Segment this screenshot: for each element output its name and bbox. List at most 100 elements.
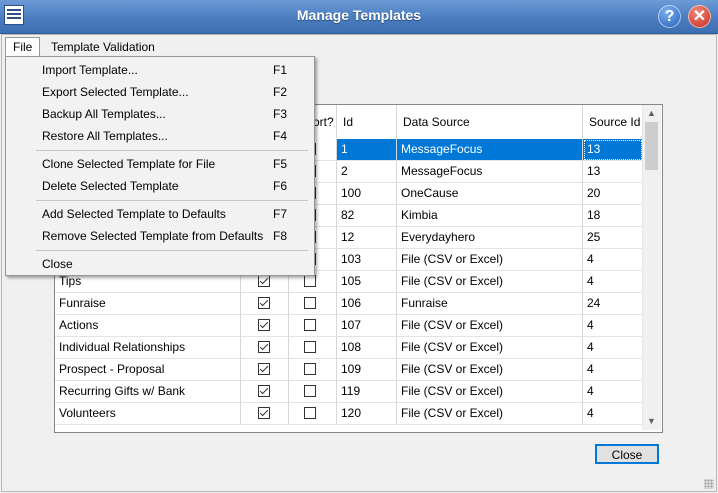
cell-id[interactable]: 119 — [337, 381, 397, 403]
menu-template-validation[interactable]: Template Validation — [44, 37, 162, 57]
menu-item-delete-template[interactable]: Delete Selected Template F6 — [8, 175, 312, 197]
cell-import-checkbox — [289, 359, 337, 381]
cell-data-source[interactable]: File (CSV or Excel) — [397, 249, 583, 271]
column-header-source-id[interactable]: Source Id — [583, 105, 643, 139]
cell-template-name[interactable]: Individual Relationships — [55, 337, 241, 359]
menu-item-shortcut: F1 — [273, 63, 288, 77]
cell-source-id[interactable]: 13 — [583, 161, 643, 183]
cell-source-id[interactable]: 18 — [583, 205, 643, 227]
cell-data-source[interactable]: File (CSV or Excel) — [397, 381, 583, 403]
cell-source-id[interactable]: 4 — [583, 315, 643, 337]
cell-source-id[interactable]: 24 — [583, 293, 643, 315]
cell-data-source[interactable]: File (CSV or Excel) — [397, 337, 583, 359]
vertical-scrollbar[interactable]: ▲ ▼ — [642, 105, 661, 430]
cell-default-checkbox — [241, 293, 289, 315]
close-button[interactable]: Close — [595, 444, 659, 464]
menu-separator — [36, 150, 308, 151]
column-header-id[interactable]: Id — [337, 105, 397, 139]
menu-bar: File Template Validation — [0, 37, 718, 57]
help-icon[interactable]: ? — [658, 5, 681, 28]
table-row[interactable]: Volunteers 120 File (CSV or Excel) 4 — [55, 403, 643, 425]
cell-template-name[interactable]: Prospect - Proposal — [55, 359, 241, 381]
cell-source-id[interactable]: 13 — [583, 139, 643, 161]
unchecked-checkbox[interactable] — [304, 341, 316, 353]
checked-checkbox[interactable] — [258, 297, 270, 309]
cell-data-source[interactable]: MessageFocus — [397, 161, 583, 183]
cell-data-source[interactable]: File (CSV or Excel) — [397, 315, 583, 337]
cell-id[interactable]: 2 — [337, 161, 397, 183]
cell-id[interactable]: 105 — [337, 271, 397, 293]
cell-data-source[interactable]: OneCause — [397, 183, 583, 205]
cell-template-name[interactable]: Volunteers — [55, 403, 241, 425]
cell-id[interactable]: 106 — [337, 293, 397, 315]
menu-item-export-template[interactable]: Export Selected Template... F2 — [8, 81, 312, 103]
cell-source-id[interactable]: 4 — [583, 381, 643, 403]
unchecked-checkbox[interactable] — [304, 385, 316, 397]
cell-id[interactable]: 108 — [337, 337, 397, 359]
cell-data-source[interactable]: Funraise — [397, 293, 583, 315]
cell-import-checkbox — [289, 293, 337, 315]
cell-source-id[interactable]: 4 — [583, 403, 643, 425]
table-row[interactable]: Individual Relationships 108 File (CSV or … — [55, 337, 643, 359]
resize-grip-icon[interactable] — [704, 479, 714, 489]
cell-template-name[interactable]: Funraise — [55, 293, 241, 315]
column-header-data-source[interactable]: Data Source — [397, 105, 583, 139]
cell-source-id[interactable]: 4 — [583, 359, 643, 381]
unchecked-checkbox[interactable] — [304, 319, 316, 331]
cell-data-source[interactable]: File (CSV or Excel) — [397, 271, 583, 293]
cell-default-checkbox — [241, 403, 289, 425]
cell-id[interactable]: 100 — [337, 183, 397, 205]
cell-id[interactable]: 12 — [337, 227, 397, 249]
cell-id[interactable]: 1 — [337, 139, 397, 161]
cell-default-checkbox — [241, 359, 289, 381]
cell-source-id[interactable]: 20 — [583, 183, 643, 205]
cell-id[interactable]: 107 — [337, 315, 397, 337]
menu-item-close[interactable]: Close — [8, 253, 312, 275]
cell-source-id[interactable]: 25 — [583, 227, 643, 249]
menu-item-label: Delete Selected Template — [42, 179, 179, 193]
table-row[interactable]: Funraise 106 Funraise 24 — [55, 293, 643, 315]
cell-source-id[interactable]: 4 — [583, 249, 643, 271]
cell-data-source[interactable]: File (CSV or Excel) — [397, 403, 583, 425]
unchecked-checkbox[interactable] — [304, 363, 316, 375]
menu-file[interactable]: File — [5, 37, 41, 57]
checked-checkbox[interactable] — [258, 363, 270, 375]
cell-template-name[interactable]: Recurring Gifts w/ Bank — [55, 381, 241, 403]
menu-item-add-to-defaults[interactable]: Add Selected Template to Defaults F7 — [8, 203, 312, 225]
checked-checkbox[interactable] — [258, 275, 270, 287]
cell-id[interactable]: 120 — [337, 403, 397, 425]
scroll-thumb[interactable] — [645, 122, 658, 170]
menu-item-shortcut: F5 — [273, 157, 288, 171]
menu-item-backup-templates[interactable]: Backup All Templates... F3 — [8, 103, 312, 125]
unchecked-checkbox[interactable] — [304, 407, 316, 419]
table-row[interactable]: Recurring Gifts w/ Bank 119 File (CSV or E… — [55, 381, 643, 403]
checked-checkbox[interactable] — [258, 319, 270, 331]
scroll-up-arrow-icon[interactable]: ▲ — [643, 105, 660, 122]
cell-source-id[interactable]: 4 — [583, 337, 643, 359]
menu-item-clone-template[interactable]: Clone Selected Template for File F5 — [8, 153, 312, 175]
checked-checkbox[interactable] — [258, 385, 270, 397]
menu-item-shortcut: F8 — [273, 229, 288, 243]
table-row[interactable]: Prospect - Proposal 109 File (CSV or Excel… — [55, 359, 643, 381]
cell-data-source[interactable]: Kimbia — [397, 205, 583, 227]
close-window-icon[interactable]: ✕ — [688, 5, 711, 28]
unchecked-checkbox[interactable] — [304, 275, 316, 287]
menu-item-label: Restore All Templates... — [42, 129, 168, 143]
cell-id[interactable]: 82 — [337, 205, 397, 227]
cell-source-id[interactable]: 4 — [583, 271, 643, 293]
cell-id[interactable]: 103 — [337, 249, 397, 271]
cell-data-source[interactable]: MessageFocus — [397, 139, 583, 161]
cell-data-source[interactable]: File (CSV or Excel) — [397, 359, 583, 381]
unchecked-checkbox[interactable] — [304, 297, 316, 309]
menu-item-shortcut: F3 — [273, 107, 288, 121]
cell-id[interactable]: 109 — [337, 359, 397, 381]
menu-item-restore-templates[interactable]: Restore All Templates... F4 — [8, 125, 312, 147]
cell-data-source[interactable]: Everydayhero — [397, 227, 583, 249]
scroll-down-arrow-icon[interactable]: ▼ — [643, 413, 660, 430]
checked-checkbox[interactable] — [258, 407, 270, 419]
cell-template-name[interactable]: Actions — [55, 315, 241, 337]
menu-item-remove-from-defaults[interactable]: Remove Selected Template from Defaults F… — [8, 225, 312, 247]
menu-item-import-template[interactable]: Import Template... F1 — [8, 59, 312, 81]
checked-checkbox[interactable] — [258, 341, 270, 353]
table-row[interactable]: Actions 107 File (CSV or Excel) 4 — [55, 315, 643, 337]
